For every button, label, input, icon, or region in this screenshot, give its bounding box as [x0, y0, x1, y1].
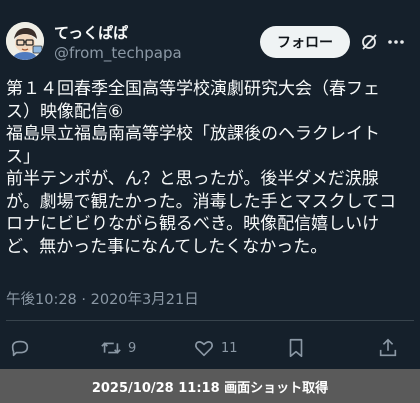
- tweet-actions: 9 11: [0, 334, 420, 362]
- like-icon: [195, 341, 213, 357]
- tweet-text-line: 前半テンポが、ん？と思ったが。後半ダメだ涙腺: [6, 169, 379, 189]
- grok-button[interactable]: [357, 30, 381, 54]
- bookmark-button[interactable]: [285, 334, 307, 362]
- more-options-button[interactable]: [384, 30, 408, 54]
- tweet-text: 第１４回春季全国高等学校演劇研究大会（春フェ ス）映像配信⑥ 福島県立福島南高等…: [6, 78, 416, 258]
- tweet-text-line: 第１４回春季全国高等学校演劇研究大会（春フェ: [6, 79, 380, 99]
- share-icon: [379, 338, 397, 357]
- reply-button[interactable]: [9, 334, 31, 362]
- grok-icon: [362, 34, 377, 50]
- share-button[interactable]: [377, 334, 399, 362]
- tweet-text-line: 福島県立福島南高等学校「放課後のヘラクレイト: [6, 124, 380, 144]
- tweet-text-line: ス）映像配信⑥: [6, 101, 124, 122]
- author-handle[interactable]: @from_techpapa: [54, 44, 182, 62]
- author-display-name[interactable]: てっくぱぱ: [54, 22, 128, 43]
- tweet-timestamp[interactable]: 午後10:28 · 2020年3月21日: [6, 288, 199, 309]
- screenshot-caption: 2025/10/28 11:18 画面ショット取得: [91, 380, 329, 396]
- more-icon: [388, 40, 404, 44]
- retweet-icon: [101, 342, 121, 354]
- tweet-text-line: ロナにビビりながら観るべき。映像配信嬉しいけ: [6, 214, 380, 234]
- bookmark-icon: [289, 338, 303, 358]
- avatar[interactable]: [6, 22, 44, 60]
- screenshot-caption-bar: 2025/10/28 11:18 画面ショット取得: [0, 369, 420, 403]
- retweet-count: 9: [128, 340, 137, 356]
- tweet-text-line: が。劇場で観たかった。消毒した手とマスクしてコ: [6, 191, 397, 212]
- tweet-text-line: ど、無かった事になんてしたくなかった。: [6, 236, 328, 257]
- like-count: 11: [221, 340, 238, 356]
- retweet-button[interactable]: 9: [100, 334, 136, 362]
- cartoon-avatar-icon: [6, 22, 44, 60]
- tweet-header: てっくぱぱ @from_techpapa フォロー: [0, 0, 420, 72]
- divider: [6, 320, 414, 321]
- reply-icon: [11, 340, 29, 357]
- tweet-text-line: ス」: [6, 146, 40, 167]
- follow-button[interactable]: フォロー: [260, 26, 350, 58]
- like-button[interactable]: 11: [193, 334, 238, 362]
